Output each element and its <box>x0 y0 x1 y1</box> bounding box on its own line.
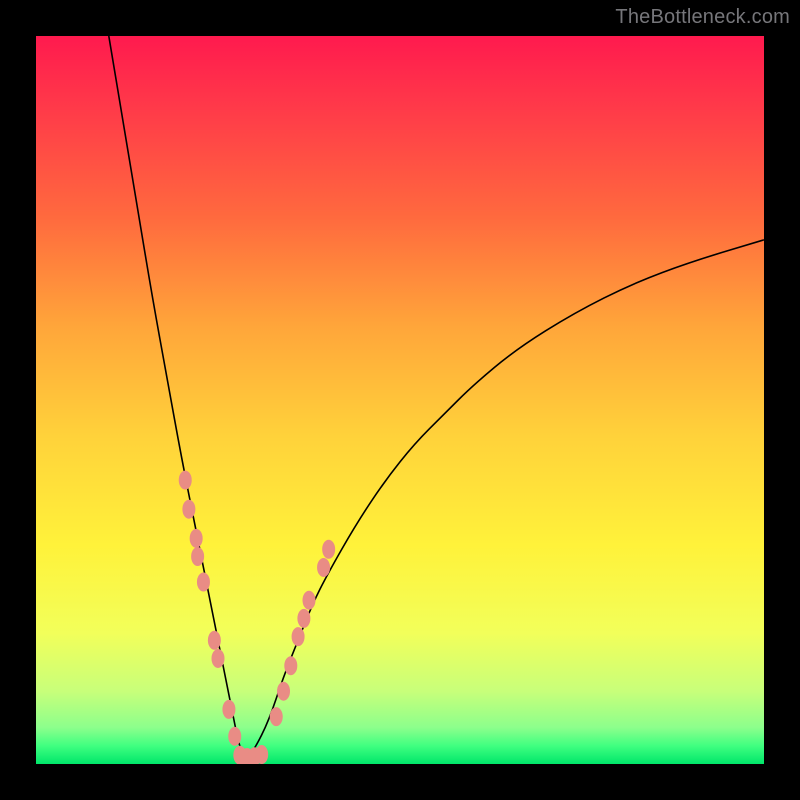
plot-area <box>36 36 764 764</box>
marker-dot <box>303 591 316 610</box>
marker-dot <box>191 547 204 566</box>
watermark-text: TheBottleneck.com <box>615 6 790 29</box>
marker-dot <box>255 745 268 764</box>
bottleneck-curve <box>109 36 764 755</box>
marker-dot <box>208 631 221 650</box>
marker-dot <box>317 558 330 577</box>
marker-dot <box>212 649 225 668</box>
chart-frame: TheBottleneck.com <box>0 0 800 800</box>
marker-dot <box>292 627 305 646</box>
marker-dot <box>197 573 210 592</box>
marker-dot <box>190 529 203 548</box>
marker-dot <box>179 471 192 490</box>
marker-dot <box>277 682 290 701</box>
marker-dot <box>297 609 310 628</box>
marker-dot <box>228 727 241 746</box>
marker-dot <box>322 540 335 559</box>
chart-svg <box>36 36 764 764</box>
marker-dot <box>222 700 235 719</box>
marker-dot <box>284 656 297 675</box>
marker-dot <box>182 500 195 519</box>
dots-layer <box>179 471 335 764</box>
marker-dot <box>270 707 283 726</box>
